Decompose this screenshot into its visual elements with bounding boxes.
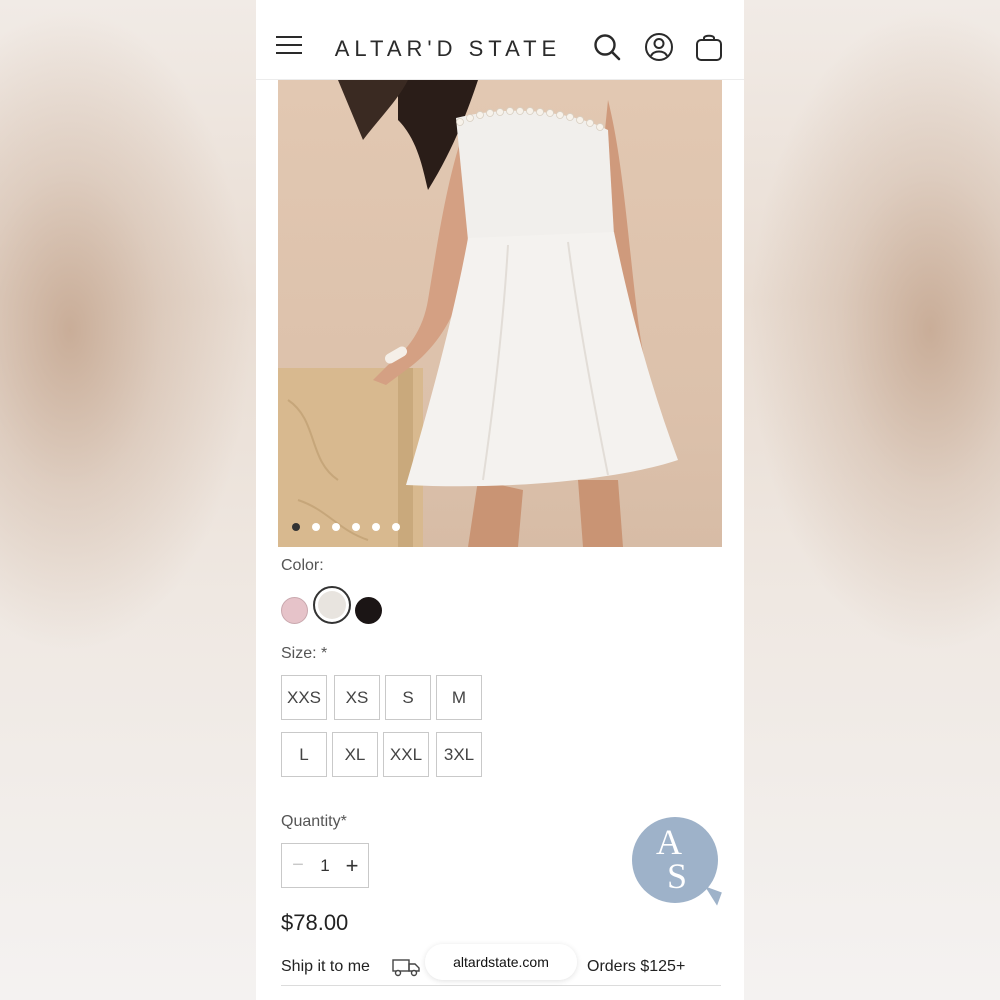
size-option[interactable]: XXS — [281, 675, 327, 720]
quantity-decrease-button[interactable]: − — [288, 854, 308, 877]
dress-photo — [278, 80, 678, 547]
free-shipping-threshold: Orders $125+ — [587, 958, 686, 975]
gallery-dot[interactable] — [372, 523, 380, 531]
truck-icon — [392, 959, 420, 977]
bag-icon[interactable] — [694, 32, 724, 62]
size-option[interactable]: L — [281, 732, 327, 777]
gallery-dot[interactable] — [332, 523, 340, 531]
brand-logo[interactable]: ALTAR'D STATE — [334, 36, 562, 62]
gallery-dot[interactable] — [292, 523, 300, 531]
size-option[interactable]: XL — [332, 732, 378, 777]
color-swatch-blush[interactable] — [281, 597, 308, 624]
gallery-dots — [292, 523, 400, 531]
quantity-stepper: − 1 + — [281, 843, 369, 888]
color-swatch-black[interactable] — [355, 597, 382, 624]
size-option[interactable]: S — [385, 675, 431, 720]
browser-url-bar[interactable]: altardstate.com — [425, 944, 577, 980]
chat-button[interactable]: A S — [632, 817, 722, 906]
size-label: Size: * — [281, 645, 328, 662]
gallery-dot[interactable] — [392, 523, 400, 531]
size-option[interactable]: XXL — [383, 732, 429, 777]
product-price: $78.00 — [281, 910, 349, 935]
quantity-increase-button[interactable]: + — [342, 853, 362, 879]
gallery-dot[interactable] — [352, 523, 360, 531]
chat-logo-letter-s: S — [667, 856, 688, 896]
quantity-label: Quantity* — [281, 813, 347, 830]
menu-icon[interactable] — [276, 36, 302, 58]
site-header: ALTAR'D STATE — [256, 0, 744, 80]
quantity-value[interactable]: 1 — [315, 856, 335, 876]
search-icon[interactable] — [592, 32, 622, 62]
color-label: Color: — [281, 557, 324, 574]
gallery-dot[interactable] — [312, 523, 320, 531]
chat-bubble-tail — [700, 886, 722, 906]
size-option[interactable]: XS — [334, 675, 380, 720]
ship-it-label: Ship it to me — [281, 958, 370, 975]
color-swatch-ivory[interactable] — [313, 586, 351, 624]
phone-screen: ALTAR'D STATE Color: Size: * XXS XS S M … — [256, 0, 744, 1000]
product-image[interactable] — [278, 80, 722, 547]
account-icon[interactable] — [644, 32, 674, 62]
size-option[interactable]: M — [436, 675, 482, 720]
size-option[interactable]: 3XL — [436, 732, 482, 777]
